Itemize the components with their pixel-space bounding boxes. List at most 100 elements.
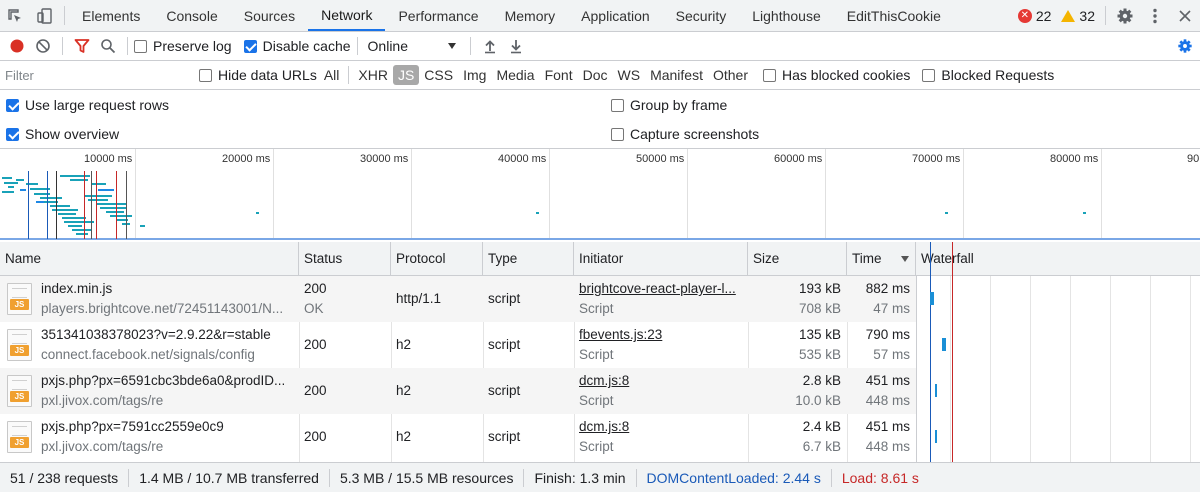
tab-security[interactable]: Security — [663, 0, 740, 31]
filter-input[interactable] — [1, 65, 185, 85]
type-filter-font[interactable]: Font — [540, 65, 578, 85]
resources-size: 5.3 MB / 15.5 MB resources — [330, 468, 525, 487]
more-options-icon[interactable] — [1140, 0, 1170, 31]
search-icon[interactable] — [95, 33, 121, 59]
column-header-size[interactable]: Size — [748, 242, 847, 276]
type-filter-other[interactable]: Other — [708, 65, 753, 85]
tab-performance[interactable]: Performance — [385, 0, 491, 31]
disable-cache-box[interactable] — [243, 39, 257, 53]
waterfall-bar[interactable] — [935, 430, 937, 443]
export-har-icon[interactable] — [503, 33, 529, 59]
request-count: 51 / 238 requests — [0, 468, 130, 487]
status-cell: 200 OK — [299, 276, 391, 322]
network-settings-pane: Use large request rows Show overview Gro… — [0, 90, 1200, 149]
clear-icon[interactable] — [30, 33, 56, 59]
request-name: pxjs.php?px=7591cc2559e0c9 — [41, 419, 224, 434]
initiator-type: Script — [579, 347, 614, 362]
transfer-size: 193 kB — [798, 281, 841, 296]
initiator-link[interactable]: dcm.js:8 — [579, 373, 629, 388]
column-header-waterfall[interactable]: Waterfall — [916, 242, 1200, 276]
latency: 57 ms — [873, 347, 910, 362]
device-toolbar-icon[interactable] — [30, 0, 60, 31]
tab-console[interactable]: Console — [153, 0, 230, 31]
tab-memory[interactable]: Memory — [492, 0, 569, 31]
tab-lighthouse[interactable]: Lighthouse — [739, 0, 834, 31]
gear-icon[interactable] — [1110, 0, 1140, 31]
type-filter-ws[interactable]: WS — [613, 65, 646, 85]
has-blocked-cookies-box[interactable] — [763, 68, 776, 82]
toolbar-divider — [62, 37, 63, 55]
waterfall-bar[interactable] — [942, 338, 946, 351]
column-header-status[interactable]: Status — [299, 242, 391, 276]
issue-counter[interactable]: ✕ 22 32 — [1017, 0, 1101, 31]
type-filter-doc[interactable]: Doc — [578, 65, 613, 85]
initiator-link[interactable]: dcm.js:8 — [579, 419, 629, 434]
waterfall-bar[interactable] — [930, 292, 934, 305]
waterfall-bar[interactable] — [935, 384, 937, 397]
filter-divider — [348, 66, 350, 84]
hide-data-urls-checkbox[interactable]: Hide data URLs — [199, 67, 317, 83]
type-filter-css[interactable]: CSS — [419, 65, 458, 85]
waterfall-panel[interactable] — [916, 242, 1200, 462]
column-header-protocol[interactable]: Protocol — [391, 242, 483, 276]
group-by-frame-box[interactable] — [611, 98, 624, 112]
blocked-requests-checkbox[interactable]: Blocked Requests — [922, 67, 1054, 83]
tab-application[interactable]: Application — [568, 0, 663, 31]
disable-cache-checkbox[interactable]: Disable cache — [243, 38, 351, 54]
type-filter-img[interactable]: Img — [458, 65, 491, 85]
protocol-cell: h2 — [391, 322, 483, 368]
tab-network[interactable]: Network — [308, 0, 386, 31]
close-icon[interactable] — [1170, 0, 1200, 31]
table-row[interactable]: JS index.min.js players.brightcove.net/7… — [0, 276, 916, 322]
preserve-log-checkbox[interactable]: Preserve log — [134, 38, 232, 54]
tab-sources[interactable]: Sources — [231, 0, 308, 31]
request-domain: pxl.jivox.com/tags/re — [41, 393, 164, 408]
initiator-link[interactable]: brightcove-react-player-l... — [579, 281, 736, 296]
table-row[interactable]: JS pxjs.php?px=6591cbc3bde6a0&prodID... … — [0, 368, 916, 414]
time-cell: 451 ms 448 ms — [847, 414, 916, 460]
has-blocked-cookies-checkbox[interactable]: Has blocked cookies — [763, 67, 910, 83]
capture-screenshots-checkbox[interactable]: Capture screenshots — [611, 126, 759, 142]
large-rows-box[interactable] — [6, 98, 19, 112]
import-har-icon[interactable] — [477, 33, 503, 59]
protocol-cell: h2 — [391, 414, 483, 460]
large-rows-checkbox[interactable]: Use large request rows — [6, 97, 169, 113]
preserve-log-box[interactable] — [134, 39, 147, 53]
total-time: 451 ms — [865, 419, 910, 434]
inspect-element-icon[interactable] — [0, 0, 30, 31]
record-icon[interactable] — [4, 33, 30, 59]
js-file-icon: JS — [7, 421, 32, 453]
type-filter-js[interactable]: JS — [392, 65, 420, 85]
table-row[interactable]: JS 351341038378023?v=2.9.22&r=stable con… — [0, 322, 916, 368]
tab-editthiscookie[interactable]: EditThisCookie — [834, 0, 954, 31]
waterfall-gridline — [1070, 276, 1071, 462]
group-by-frame-checkbox[interactable]: Group by frame — [611, 97, 727, 113]
total-time: 790 ms — [865, 327, 910, 342]
type-filter-xhr[interactable]: XHR — [353, 65, 393, 85]
column-header-name[interactable]: Name — [0, 242, 299, 276]
type-filter-media[interactable]: Media — [491, 65, 539, 85]
network-settings-gear-icon[interactable] — [1172, 33, 1198, 59]
type-value: script — [488, 337, 521, 352]
error-icon: ✕ — [1017, 8, 1032, 23]
show-overview-checkbox[interactable]: Show overview — [6, 126, 119, 142]
column-header-type[interactable]: Type — [483, 242, 574, 276]
hide-data-urls-box[interactable] — [199, 68, 212, 82]
type-filter-all[interactable]: All — [319, 65, 345, 85]
filter-icon[interactable] — [69, 33, 95, 59]
column-header-time[interactable]: Time — [847, 242, 916, 276]
type-cell: script — [483, 368, 574, 414]
size-cell: 2.8 kB 10.0 kB — [748, 368, 847, 414]
column-header-initiator[interactable]: Initiator — [574, 242, 748, 276]
table-row[interactable]: JS pxjs.php?px=7591cc2559e0c9 pxl.jivox.… — [0, 414, 916, 460]
show-overview-box[interactable] — [6, 127, 19, 141]
blocked-requests-box[interactable] — [922, 68, 936, 82]
network-overview[interactable]: 10000 ms 20000 ms 30000 ms 40000 ms 5000… — [0, 149, 1200, 240]
type-filter-manifest[interactable]: Manifest — [645, 65, 708, 85]
initiator-link[interactable]: fbevents.js:23 — [579, 327, 662, 342]
tab-elements[interactable]: Elements — [69, 0, 153, 31]
throttling-select[interactable]: Online — [368, 38, 456, 54]
capture-screenshots-box[interactable] — [611, 127, 624, 141]
large-rows-label: Use large request rows — [25, 97, 169, 113]
resource-size: 10.0 kB — [795, 393, 841, 408]
